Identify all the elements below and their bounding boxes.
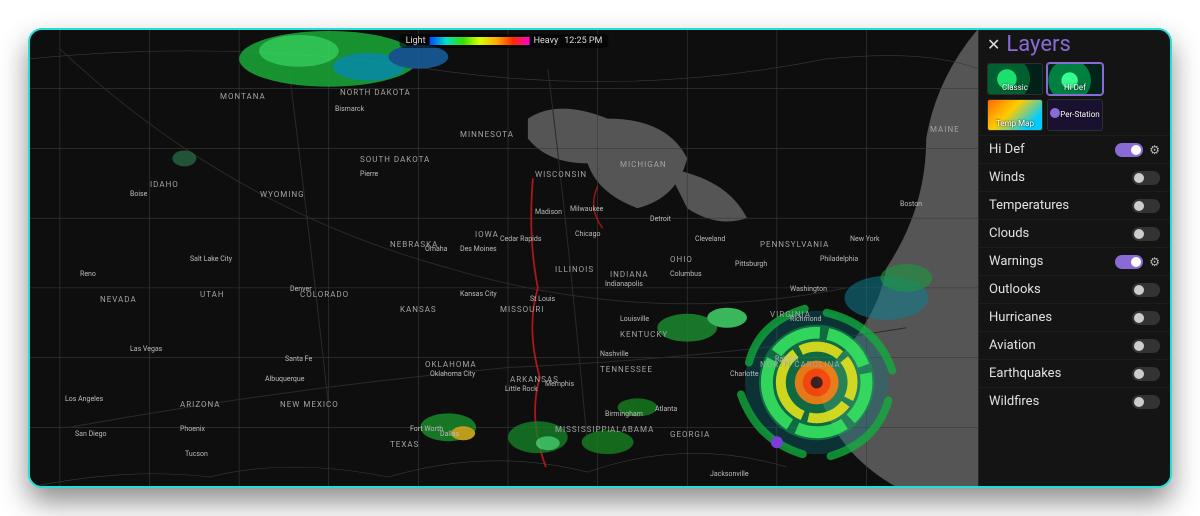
layer-row-hidef: Hi Def ⚙: [979, 135, 1170, 163]
toggle-winds[interactable]: [1132, 171, 1160, 185]
layer-row-clouds: Clouds: [979, 219, 1170, 247]
toggle-knob: [1134, 341, 1144, 351]
toggle-knob: [1134, 229, 1144, 239]
layer-label: Aviation: [989, 338, 1132, 353]
toggle-clouds[interactable]: [1132, 227, 1160, 241]
intensity-legend: Light Heavy 12:25 PM: [400, 34, 609, 48]
toggle-warnings[interactable]: [1115, 255, 1143, 269]
close-icon[interactable]: ✕: [987, 35, 1000, 54]
layer-label: Hurricanes: [989, 310, 1132, 325]
layer-label: Hi Def: [989, 142, 1115, 157]
radar-map[interactable]: MontanaNorth DakotaIdahoWyomingSouth Dak…: [30, 30, 978, 486]
layer-label: Winds: [989, 170, 1132, 185]
legend-heavy-label: Heavy: [534, 36, 559, 46]
toggle-hidef[interactable]: [1115, 143, 1143, 157]
map-svg: [30, 30, 978, 486]
preset-hidef[interactable]: Hi Def: [1047, 63, 1103, 95]
layer-row-temperatures: Temperatures: [979, 191, 1170, 219]
toggle-knob: [1134, 201, 1144, 211]
layer-label: Earthquakes: [989, 366, 1132, 381]
preset-thumbnail-grid: Classic Hi Def Temp Map Per-Station: [979, 59, 1170, 135]
toggle-knob: [1134, 369, 1144, 379]
toggle-knob: [1134, 173, 1144, 183]
toggle-aviation[interactable]: [1132, 339, 1160, 353]
toggle-wildfires[interactable]: [1132, 395, 1160, 409]
layer-label: Temperatures: [989, 198, 1132, 213]
gear-icon[interactable]: ⚙: [1149, 255, 1160, 269]
toggle-knob: [1134, 313, 1144, 323]
layer-row-hurricanes: Hurricanes: [979, 303, 1170, 331]
toggle-hurricanes[interactable]: [1132, 311, 1160, 325]
layer-row-outlooks: Outlooks: [979, 275, 1170, 303]
preset-label: Temp Map: [996, 119, 1034, 128]
layer-row-warnings: Warnings ⚙: [979, 247, 1170, 275]
preset-label: Per-Station: [1060, 110, 1099, 119]
layer-label: Warnings: [989, 254, 1115, 269]
preset-station[interactable]: Per-Station: [1047, 99, 1103, 131]
toggle-knob: [1134, 397, 1144, 407]
layer-list: Hi Def ⚙ Winds Temperatures Clouds Warnings ⚙ O…: [979, 135, 1170, 486]
toggle-temperatures[interactable]: [1132, 199, 1160, 213]
toggle-knob: [1134, 285, 1144, 295]
gear-icon[interactable]: ⚙: [1149, 143, 1160, 157]
station-icon: [1050, 108, 1060, 118]
layer-row-earthquakes: Earthquakes: [979, 359, 1170, 387]
layers-title: Layers: [1006, 32, 1070, 57]
legend-time: 12:25 PM: [564, 36, 602, 46]
layer-row-aviation: Aviation: [979, 331, 1170, 359]
layer-label: Outlooks: [989, 282, 1132, 297]
preset-label: Classic: [1002, 83, 1028, 92]
layer-label: Wildfires: [989, 394, 1132, 409]
toggle-earthquakes[interactable]: [1132, 367, 1160, 381]
preset-classic[interactable]: Classic: [987, 63, 1043, 95]
layers-panel: ✕ Layers Classic Hi Def Temp Map Per-Statio…: [978, 30, 1170, 486]
toggle-outlooks[interactable]: [1132, 283, 1160, 297]
preset-label: Hi Def: [1064, 83, 1086, 92]
layer-row-wildfires: Wildfires: [979, 387, 1170, 415]
layer-label: Clouds: [989, 226, 1132, 241]
legend-light-label: Light: [406, 36, 426, 46]
preset-temp[interactable]: Temp Map: [987, 99, 1043, 131]
app-window: MontanaNorth DakotaIdahoWyomingSouth Dak…: [28, 28, 1172, 488]
toggle-knob: [1131, 257, 1141, 267]
toggle-knob: [1131, 145, 1141, 155]
legend-color-bar: [430, 37, 530, 45]
layer-row-winds: Winds: [979, 163, 1170, 191]
